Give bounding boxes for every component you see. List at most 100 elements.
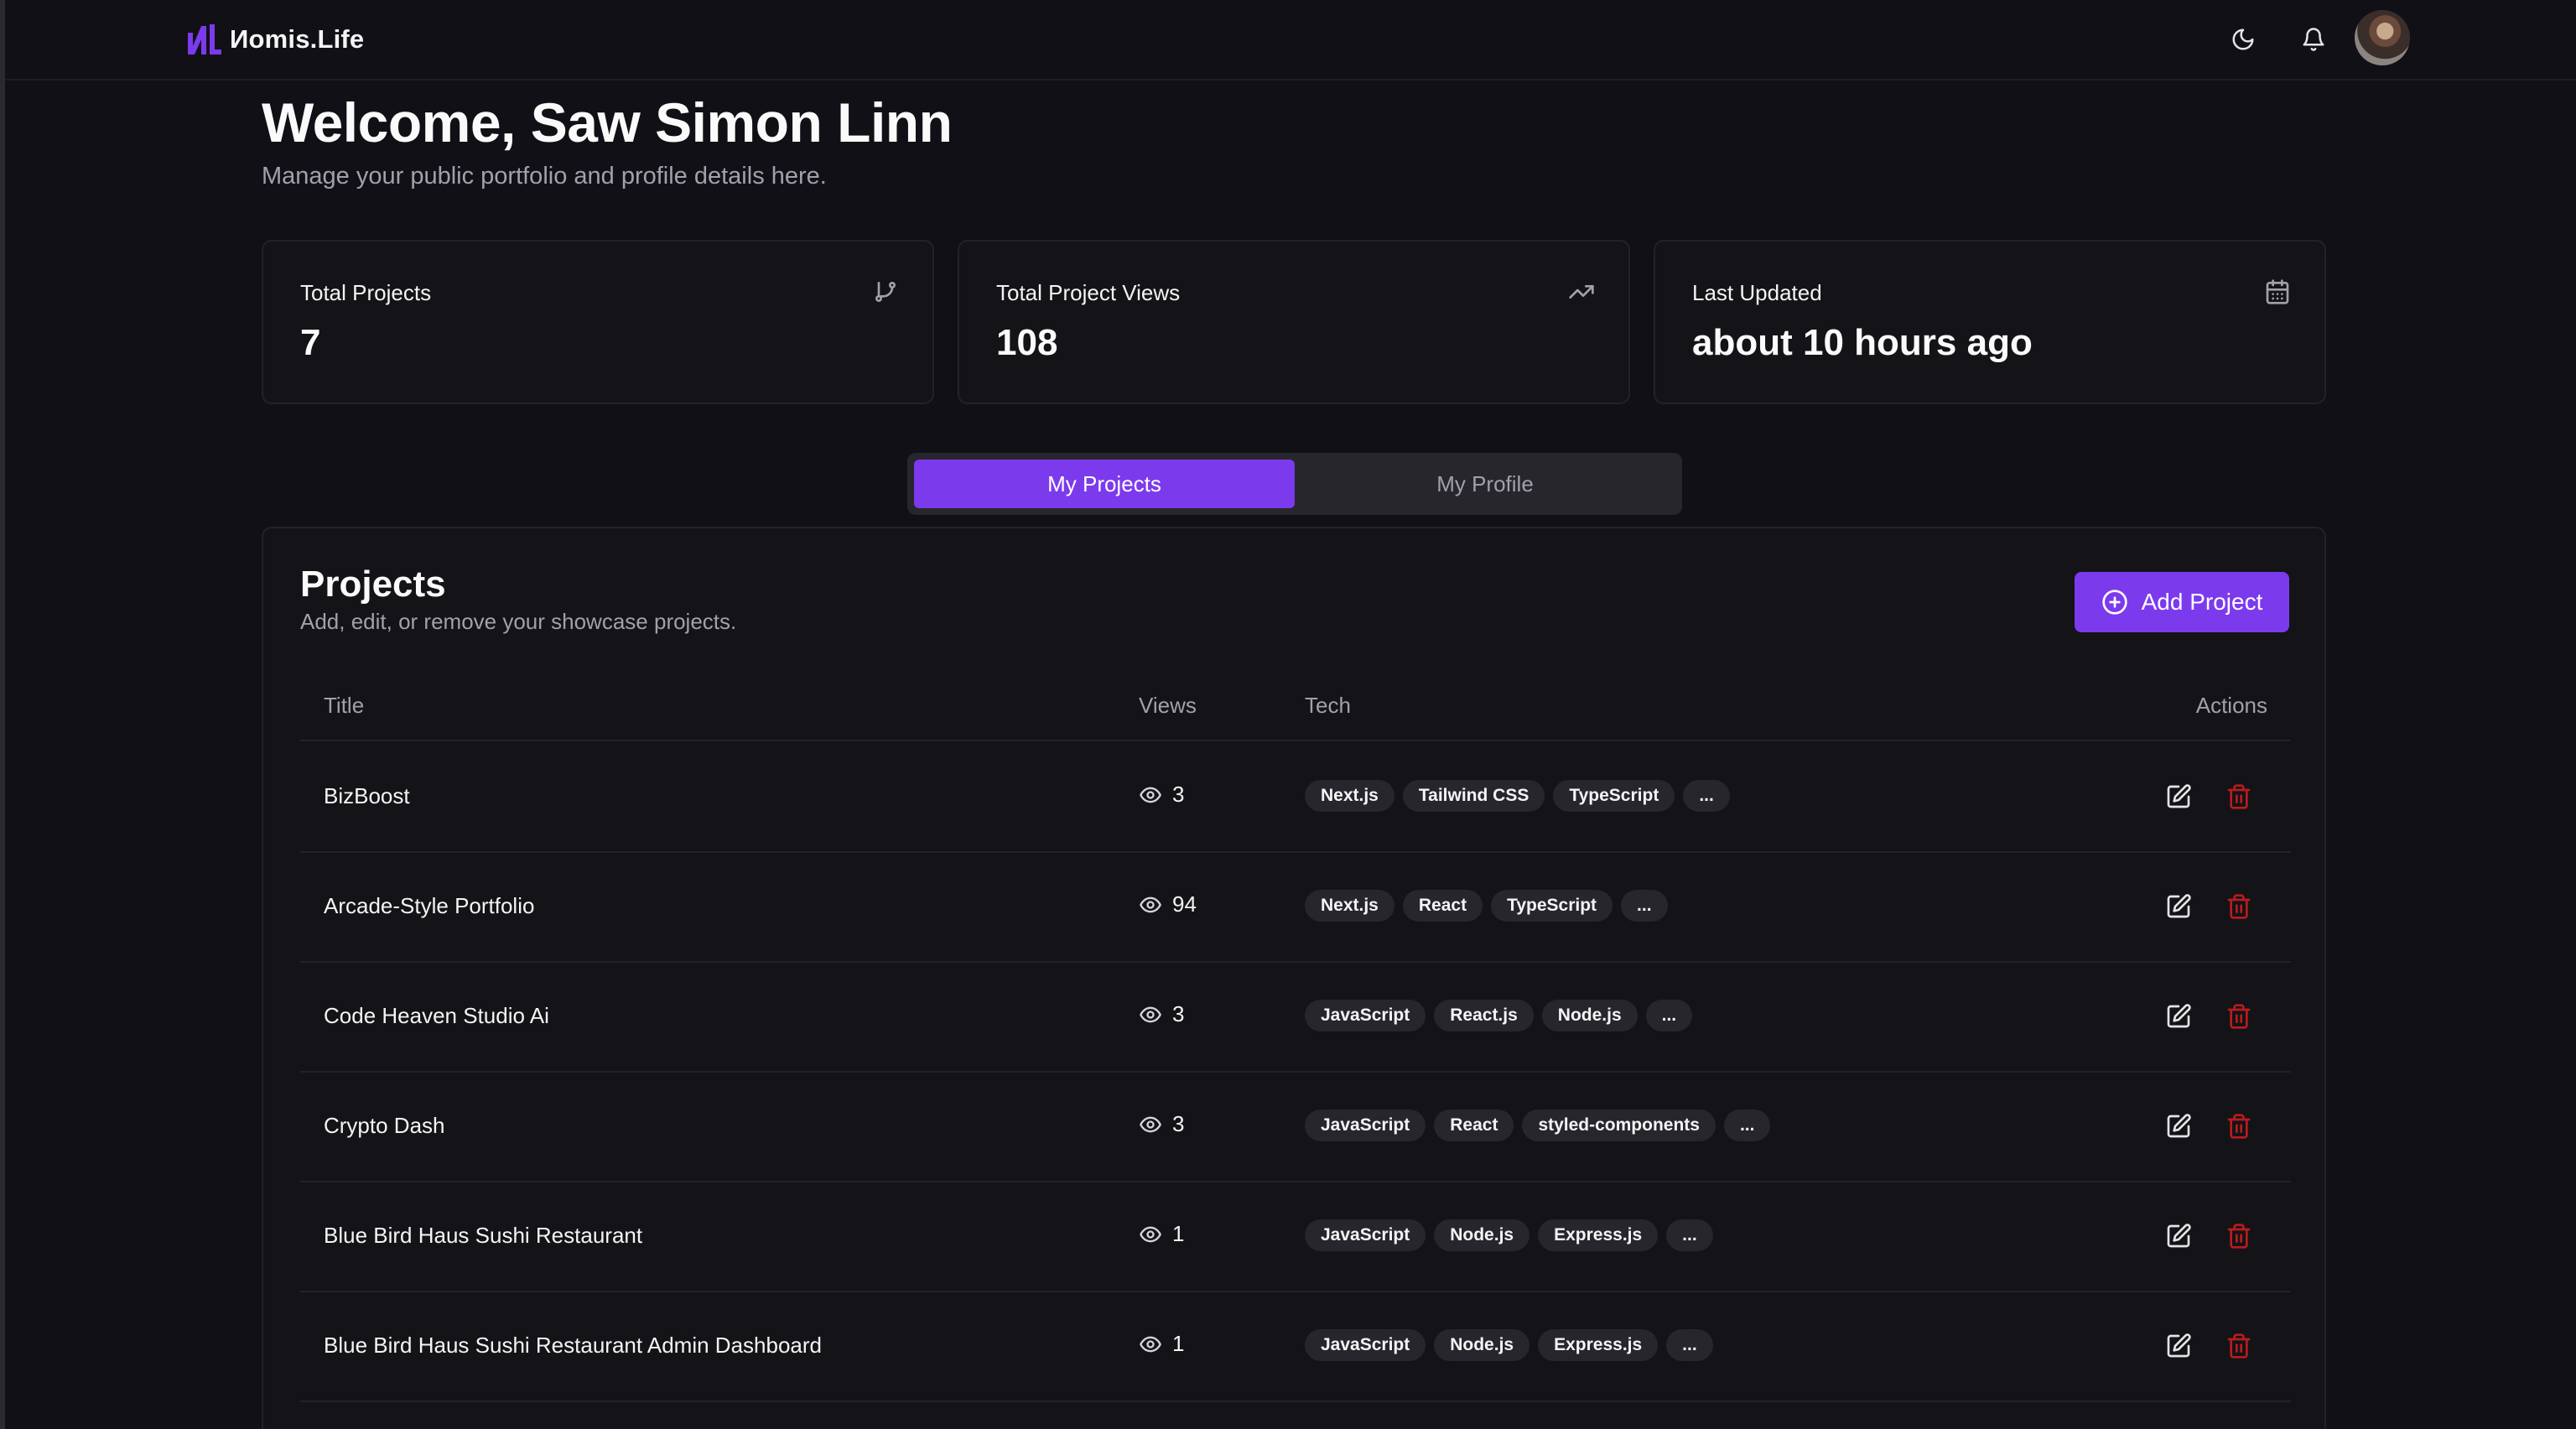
tech-badge: TypeScript [1491,890,1613,922]
table-row[interactable]: Arcade-Style Portfolio 94 Next.js React Type… [300,853,2291,963]
views-count: 3 [1172,782,1185,807]
views-count: 1 [1172,1221,1185,1246]
tab-my-profile[interactable]: My Profile [1295,460,1675,508]
table-row[interactable]: BizBoost 3 Next.js Tailwind CSS TypeScript..… [300,743,2291,853]
logo[interactable]: Иomis.Life [184,18,364,60]
calendar-icon [2266,279,2289,304]
tech-badge[interactable]: ... [1666,1219,1713,1251]
add-project-button[interactable]: Add Project [2075,572,2289,632]
tab-my-projects[interactable]: My Projects [914,460,1295,508]
logo-mark-icon [188,24,221,55]
tech-badge: JavaScript [1305,1219,1426,1251]
panel-title: Projects [300,564,446,605]
table-row[interactable]: Blue Bird Haus Sushi Restaurant 1 JavaScri… [300,1182,2291,1292]
theme-toggle-button[interactable] [2224,20,2262,59]
table-row[interactable]: Code Heaven Studio Ai 3 JavaScript React.js… [300,963,2291,1073]
trash-icon[interactable] [2225,893,2252,920]
stat-value: 108 [996,322,1058,363]
bell-icon [2303,28,2324,51]
top-navbar: Иomis.Life [5,0,2576,81]
tech-badge: TypeScript [1553,780,1675,812]
tech-badge: styled-components [1522,1109,1716,1141]
tech-list: JavaScript Node.js Express.js... [1305,1219,1713,1251]
tech-list: Next.js React TypeScript... [1305,890,1668,922]
tech-list: JavaScript Node.js Express.js... [1305,1329,1713,1361]
project-views: 1 [1139,1331,1184,1357]
edit-icon[interactable] [2165,893,2192,920]
tech-badge[interactable]: ... [1645,1000,1693,1031]
trending-up-icon [1569,285,1594,299]
project-title: BizBoost [324,783,410,808]
stat-label: Total Project Views [996,280,1181,305]
edit-icon[interactable] [2165,1333,2192,1359]
column-header-tech: Tech [1305,693,1351,718]
views-count: 1 [1172,1331,1185,1356]
trash-icon[interactable] [2225,1113,2252,1140]
plus-circle-icon [2101,590,2127,615]
moon-icon [2232,29,2254,50]
tech-badge[interactable]: ... [1666,1329,1713,1361]
eye-icon [1140,1006,1161,1022]
project-views: 94 [1139,891,1197,917]
logo-text: Иomis.Life [230,24,365,54]
table-row[interactable]: Blue Bird Haus Sushi Restaurant Admin Da… [300,1292,2291,1402]
tech-badge[interactable]: ... [1683,780,1730,812]
tech-badge: Node.js [1541,1000,1638,1031]
trash-icon[interactable] [2225,1333,2252,1359]
trash-icon[interactable] [2225,1223,2252,1250]
table-row[interactable]: Crypto Dash 3 JavaScript React styled-compon… [300,1073,2291,1182]
tech-badge[interactable]: ... [1723,1109,1771,1141]
project-title: Blue Bird Haus Sushi Restaurant Admin Da… [324,1333,822,1358]
tech-badge[interactable]: ... [1621,890,1668,922]
table-header: Title Views Tech Actions [300,673,2291,741]
tech-badge: Next.js [1305,890,1394,922]
tech-badge: JavaScript [1305,1329,1426,1361]
column-header-actions: Actions [2195,693,2267,718]
stat-value: 7 [300,322,321,363]
eye-icon [1140,787,1161,803]
trash-icon[interactable] [2225,1003,2252,1030]
stat-value: about 10 hours ago [1692,322,2033,363]
tech-badge: Tailwind CSS [1402,780,1545,812]
tech-badge: JavaScript [1305,1000,1426,1031]
project-views: 3 [1139,1111,1184,1137]
edit-icon[interactable] [2165,1003,2192,1030]
avatar[interactable] [2355,10,2410,65]
edit-icon[interactable] [2165,1223,2192,1250]
tech-list: Next.js Tailwind CSS TypeScript... [1305,780,1730,812]
projects-panel: Projects Add, edit, or remove your showc… [262,527,2326,1429]
tech-badge: JavaScript [1305,1109,1426,1141]
tech-badge: Express.js [1538,1219,1659,1251]
tech-badge: React [1402,890,1483,922]
project-views: 3 [1139,1001,1184,1027]
tech-badge: React [1434,1109,1514,1141]
column-header-title: Title [324,693,365,718]
stat-label: Total Projects [300,280,432,305]
stat-card-last-updated: Last Updated about 10 hours ago [1654,240,2326,404]
app-window: Иomis.Life Welcome, Saw Simon Linn Manag… [0,0,2576,1429]
panel-subtitle: Add, edit, or remove your showcase proje… [300,609,737,634]
views-count: 94 [1172,891,1197,917]
edit-icon[interactable] [2165,1113,2192,1140]
project-title: Crypto Dash [324,1113,445,1138]
eye-icon [1140,896,1161,912]
eye-icon [1140,1226,1161,1242]
welcome-section: Welcome, Saw Simon Linn Manage your publ… [262,91,953,190]
tech-badge: Node.js [1434,1329,1530,1361]
trash-icon[interactable] [2225,783,2252,810]
stat-card-total-projects: Total Projects 7 [262,240,934,404]
views-count: 3 [1172,1111,1185,1136]
column-header-views: Views [1139,693,1197,718]
tech-list: JavaScript React styled-components... [1305,1109,1771,1141]
stat-card-total-views: Total Project Views 108 [958,240,1630,404]
eye-icon [1140,1336,1161,1352]
project-views: 1 [1139,1221,1184,1247]
tech-badge: Node.js [1434,1219,1530,1251]
project-title: Arcade-Style Portfolio [324,893,535,918]
tab-list: My Projects My Profile [907,453,1682,515]
notifications-button[interactable] [2294,20,2333,59]
eye-icon [1140,1116,1161,1132]
edit-icon[interactable] [2165,783,2192,810]
git-fork-icon [875,282,896,302]
page-subtitle: Manage your public portfolio and profile… [262,163,827,190]
